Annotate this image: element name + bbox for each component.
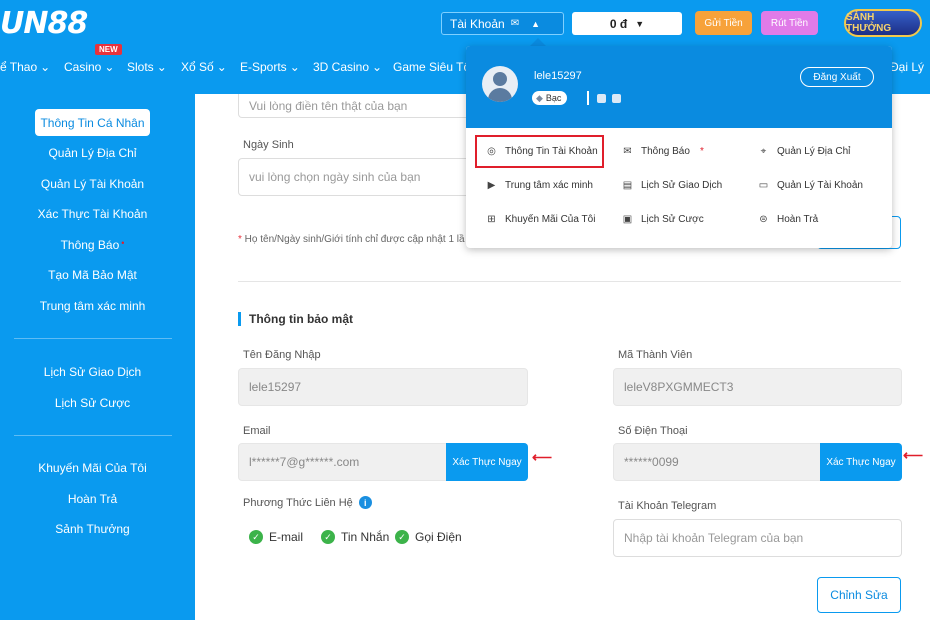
chevron-down-icon: ⌄ (289, 60, 300, 74)
check-circle-icon: ✓ (321, 530, 335, 544)
check-circle-icon: ✓ (395, 530, 409, 544)
sidebar-item-my-promotions[interactable]: Khuyến Mãi Của Tôi (0, 461, 185, 475)
edit-button[interactable]: Chỉnh Sửa (817, 577, 901, 613)
check-circle-icon: ✓ (249, 530, 263, 544)
security-section-title: Thông tin bảo mật (238, 312, 353, 326)
document-icon: ▤ (622, 180, 633, 191)
sidebar-item-transaction-history[interactable]: Lịch Sử Giao Dịch (0, 365, 185, 379)
nav-item-sports[interactable]: ể Thao ⌄ (0, 60, 50, 74)
account-button[interactable]: Tài Khoản ✉ ▲ (441, 12, 564, 35)
withdraw-button[interactable]: Rút Tiền (761, 11, 818, 35)
sidebar (0, 94, 195, 620)
gift-icon: ⊞ (487, 214, 496, 225)
envelope-icon: ✉ (623, 146, 632, 157)
menu-item-transaction-history[interactable]: ▤ Lịch Sử Giao Dịch (622, 180, 722, 191)
info-icon[interactable]: i (358, 496, 372, 509)
notification-dot-icon: * (699, 146, 704, 157)
diamond-icon: ◆ (536, 92, 543, 103)
sidebar-item-security-code[interactable]: Tạo Mã Bảo Mật (0, 268, 185, 282)
notification-dot-icon: • (121, 238, 125, 248)
chevron-down-icon: ⌄ (156, 60, 167, 74)
birth-label: Ngày Sinh (243, 139, 294, 151)
sidebar-item-reward-hall[interactable]: Sảnh Thưởng (0, 522, 185, 536)
nav-item-casino[interactable]: Casino ⌄ (64, 60, 114, 74)
header-separator (587, 91, 589, 105)
sidebar-item-personal-info[interactable]: Thông Tin Cá Nhân (35, 109, 150, 136)
member-id-label: Mã Thành Viên (618, 349, 693, 361)
username-label: Tên Đăng Nhập (243, 349, 321, 361)
menu-item-address[interactable]: ⌖ Quản Lý Địa Chỉ (758, 146, 851, 157)
clipboard-icon: ▣ (622, 214, 633, 225)
menu-item-my-promotions[interactable]: ⊞ Khuyến Mãi Của Tôi (486, 214, 595, 225)
avatar (482, 66, 518, 102)
sidebar-item-account-management[interactable]: Quản Lý Tài Khoản (0, 177, 185, 191)
balance-display[interactable]: 0 đ ▼ (572, 12, 682, 35)
site-logo[interactable]: UN88 (0, 6, 88, 41)
refund-icon: ⊜ (759, 214, 768, 225)
phone-label: Số Điện Thoại (618, 425, 688, 437)
reward-hall-button[interactable]: SẢNH THƯỞNG (844, 9, 922, 37)
dropdown-caret (530, 38, 546, 46)
sidebar-item-bet-history[interactable]: Lịch Sử Cược (0, 396, 185, 410)
chevron-down-icon: ⌄ (40, 60, 51, 74)
chevron-down-icon: ⌄ (216, 60, 227, 74)
nav-item-3d-casino[interactable]: 3D Casino ⌄ (313, 60, 382, 74)
email-label: Email (243, 425, 271, 437)
sidebar-item-verification-center[interactable]: Trung tâm xác minh (0, 299, 185, 313)
chevron-down-icon: ⌄ (104, 60, 115, 74)
update-note: * Họ tên/Ngày sinh/Giới tính chỉ được cậ… (238, 234, 465, 245)
contact-option-email[interactable]: ✓ E-mail (249, 530, 303, 544)
menu-item-verification-center[interactable]: ▶ Trung tâm xác minh (486, 180, 593, 191)
nav-item-slots[interactable]: Slots ⌄ (127, 60, 167, 74)
sidebar-item-address[interactable]: Quản Lý Địa Chỉ (0, 146, 185, 160)
dropdown-username: lele15297 (534, 70, 582, 82)
deposit-button[interactable]: Gửi Tiền (695, 11, 752, 35)
sidebar-item-rebate[interactable]: Hoàn Trả (0, 492, 185, 506)
section-divider (238, 281, 901, 282)
menu-item-account-info[interactable]: ◎ Thông Tin Tài Khoản (486, 146, 598, 157)
new-badge: NEW (95, 44, 122, 55)
nav-item-lottery[interactable]: Xổ Số ⌄ (181, 60, 227, 74)
menu-item-account-management[interactable]: ▭ Quản Lý Tài Khoản (758, 180, 863, 191)
telegram-input[interactable]: Nhập tài khoản Telegram của bạn (613, 519, 902, 557)
nav-item-agent[interactable]: Đại Lý (890, 60, 924, 74)
phone-verify-button[interactable]: Xác Thực Ngay (820, 443, 902, 481)
envelope-icon: ✉ (510, 18, 520, 29)
user-circle-icon: ◎ (487, 146, 496, 157)
play-box-icon: ▶ (487, 180, 496, 191)
contact-method-label: Phương Thức Liên Hệ i (243, 496, 372, 509)
location-pin-icon: ⌖ (760, 146, 767, 157)
account-dropdown: lele15297 ◆ Bạc Đăng Xuất ◎ Thông Tin Tài … (466, 46, 892, 248)
sidebar-item-notifications[interactable]: Thông Báo • (0, 238, 185, 252)
card-icon: ▭ (758, 180, 769, 191)
username-field: lele15297 (238, 368, 528, 406)
contact-option-call[interactable]: ✓ Gọi Điện (395, 530, 462, 544)
rank-badge: ◆ Bạc (532, 91, 568, 105)
contact-option-sms[interactable]: ✓ Tin Nhắn (321, 530, 389, 544)
caret-up-icon: ▲ (531, 18, 541, 29)
red-arrow-icon: ⟵ (532, 449, 553, 465)
menu-item-bet-history[interactable]: ▣ Lịch Sử Cược (622, 214, 704, 225)
telegram-label: Tài Khoản Telegram (618, 500, 717, 512)
dropdown-header: lele15297 ◆ Bạc Đăng Xuất (466, 46, 892, 128)
red-arrow-icon: ⟵ (903, 447, 924, 463)
email-verify-button[interactable]: Xác Thực Ngay (446, 443, 528, 481)
menu-item-rebate[interactable]: ⊜ Hoàn Trả (758, 214, 818, 225)
sidebar-divider (14, 435, 172, 436)
nav-item-fast-games[interactable]: Game Siêu Tố (393, 60, 470, 74)
nav-item-esports[interactable]: E-Sports ⌄ (240, 60, 300, 74)
chevron-down-icon: ⌄ (372, 60, 383, 74)
member-id-field: leleV8PXGMMECT3 (613, 368, 902, 406)
menu-item-notifications[interactable]: ✉ Thông Báo * (622, 146, 704, 157)
sidebar-divider (14, 338, 172, 339)
sidebar-item-verify-account[interactable]: Xác Thực Tài Khoản (0, 207, 185, 221)
caret-down-icon: ▼ (635, 18, 645, 29)
logout-button[interactable]: Đăng Xuất (800, 67, 874, 87)
phone-mini-icon (612, 94, 621, 103)
mail-mini-icon (597, 94, 606, 103)
